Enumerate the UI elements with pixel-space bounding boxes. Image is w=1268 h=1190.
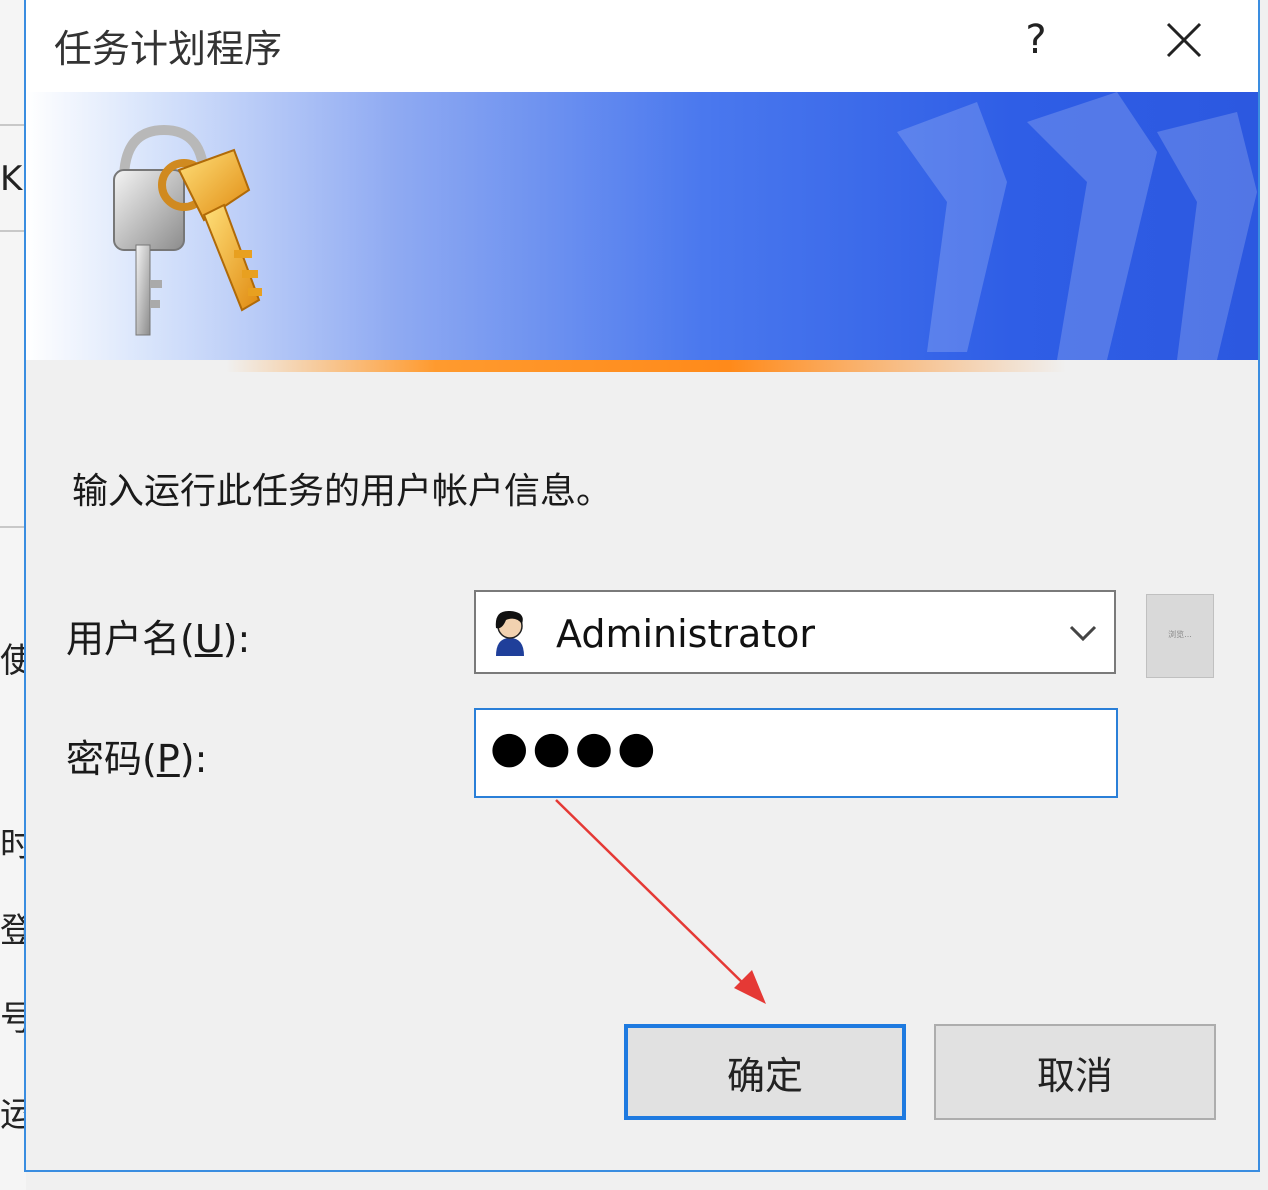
cancel-button[interactable]: 取消 (934, 1024, 1216, 1120)
background-divider (0, 230, 24, 232)
background-divider (0, 124, 24, 126)
keys-watermark-icon (897, 92, 1257, 360)
credentials-dialog: 任务计划程序 ? 输入运行此任务的用户帐户信息。 用户名(U): Adminis… (24, 0, 1260, 1172)
header-banner (26, 92, 1258, 360)
browse-button-label: 浏览... (1168, 630, 1192, 639)
dialog-title: 任务计划程序 (54, 27, 283, 71)
instruction-text: 输入运行此任务的用户帐户信息。 (72, 471, 613, 512)
background-divider (0, 526, 24, 528)
username-dropdown[interactable]: Administrator (474, 590, 1116, 674)
banner-accent-stripe (226, 360, 1066, 372)
password-input[interactable]: ●●●● (474, 708, 1118, 798)
user-account-icon (495, 610, 524, 656)
keys-icon (113, 124, 262, 336)
password-label: 密码(P): (66, 737, 208, 781)
password-masked-value: ●●●● (490, 722, 660, 773)
browse-user-button[interactable]: 浏览... (1146, 594, 1214, 678)
username-label: 用户名(U): (66, 617, 251, 661)
help-button[interactable]: ? (1006, 10, 1066, 70)
background-window: K 使 时 登 号 运 (0, 0, 34, 1190)
title-bar[interactable]: 任务计划程序 ? (26, 0, 1258, 92)
close-button[interactable] (1152, 8, 1216, 72)
username-value: Administrator (556, 612, 816, 656)
ok-button[interactable]: 确定 (624, 1024, 906, 1120)
background-text: K (0, 159, 23, 199)
chevron-down-icon[interactable] (1066, 618, 1100, 648)
close-icon (1166, 22, 1202, 58)
